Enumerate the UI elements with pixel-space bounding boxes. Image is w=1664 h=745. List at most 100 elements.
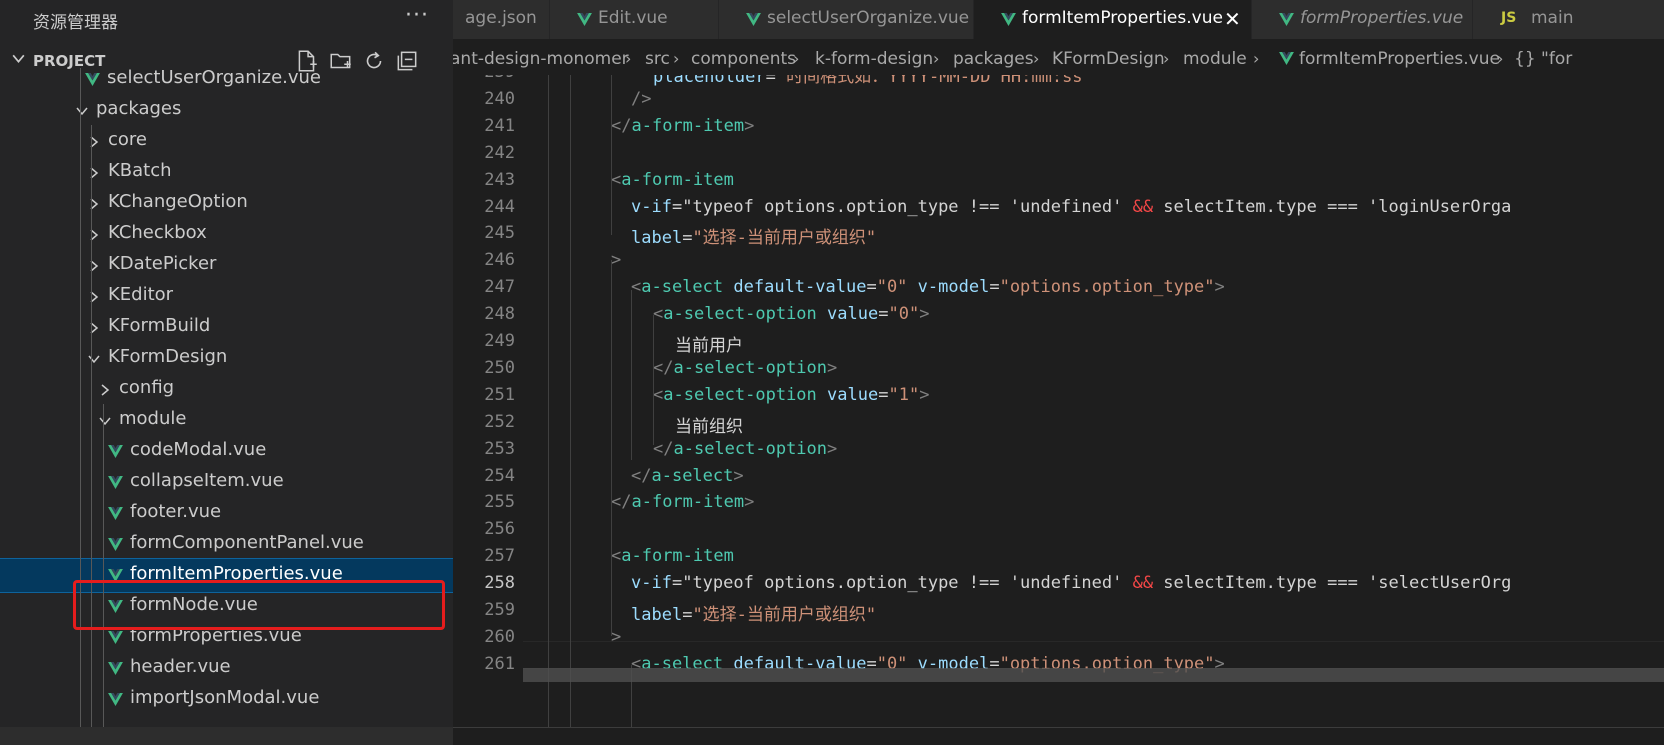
folder-tree-item-label: core bbox=[108, 129, 147, 150]
indent-guide bbox=[103, 404, 104, 745]
line-number: 257 bbox=[484, 546, 515, 567]
breadcrumb-item[interactable]: packages bbox=[953, 49, 1034, 69]
vue-file-icon bbox=[1279, 52, 1294, 65]
folder-tree-item[interactable]: module bbox=[0, 404, 453, 437]
folder-tree-item[interactable]: KBatch bbox=[0, 156, 453, 189]
folder-tree-item[interactable]: packages bbox=[0, 94, 453, 127]
code-line: </a-select-option> bbox=[653, 438, 838, 459]
indent-guide bbox=[548, 75, 549, 727]
file-tree-item[interactable]: formItemProperties.vue bbox=[0, 558, 453, 593]
editor-tab[interactable]: Edit.vue bbox=[550, 0, 719, 39]
vue-file-icon bbox=[108, 507, 123, 520]
folder-tree-item[interactable]: KDatePicker bbox=[0, 249, 453, 282]
editor-horizontal-scrollbar[interactable] bbox=[523, 668, 1664, 682]
editor-tab[interactable]: age.json bbox=[453, 0, 550, 39]
chevron-right-icon bbox=[90, 322, 99, 334]
close-icon[interactable]: ✕ bbox=[1224, 7, 1241, 31]
code-line: </a-form-item> bbox=[611, 492, 755, 513]
file-tree-item[interactable]: footer.vue bbox=[0, 497, 453, 530]
explorer-title: 资源管理器 bbox=[33, 13, 118, 33]
file-tree-item[interactable]: formComponentPanel.vue bbox=[0, 528, 453, 561]
folder-tree-item-label: module bbox=[119, 408, 187, 429]
line-number: 255 bbox=[484, 492, 515, 513]
code-line: label="选择-当前用户或组织" bbox=[631, 605, 877, 625]
folder-tree-item-label: KDatePicker bbox=[108, 253, 217, 274]
code-line: <a-form-item bbox=[611, 169, 734, 190]
folder-tree-item[interactable]: config bbox=[0, 373, 453, 406]
line-number: 244 bbox=[484, 196, 515, 217]
vue-file-icon bbox=[577, 13, 592, 26]
indent-guide bbox=[611, 75, 612, 235]
line-number: 258 bbox=[484, 573, 515, 594]
editor-tab[interactable]: formProperties.vue bbox=[1252, 0, 1473, 39]
folder-tree-item[interactable]: KFormBuild bbox=[0, 311, 453, 344]
folder-tree-item[interactable]: KChangeOption bbox=[0, 187, 453, 220]
file-tree-item[interactable]: formNode.vue bbox=[0, 590, 453, 623]
folder-tree-item-label: KBatch bbox=[108, 160, 172, 181]
sidebar-horizontal-scrollbar[interactable] bbox=[0, 727, 453, 745]
explorer-sidebar: 资源管理器 ··· PROJECT selectUserOrganize.vue… bbox=[0, 0, 453, 745]
file-tree-item-label: formItemProperties.vue bbox=[130, 563, 343, 584]
breadcrumb-item[interactable]: formItemProperties.vue bbox=[1299, 49, 1500, 69]
file-tree-item[interactable]: header.vue bbox=[0, 652, 453, 685]
code-line: <a-select-option value="0"> bbox=[653, 304, 930, 325]
code-editor[interactable]: 239 placeholder="时间格式如：YYYY-MM-DD HH:mm:s… bbox=[453, 75, 1664, 727]
file-tree-item[interactable]: collapseItem.vue bbox=[0, 466, 453, 499]
folder-tree-item[interactable]: KCheckbox bbox=[0, 218, 453, 251]
folder-tree-item[interactable]: KFormDesign bbox=[0, 342, 453, 375]
folder-tree-item[interactable]: KEditor bbox=[0, 280, 453, 313]
breadcrumb-item[interactable]: module bbox=[1183, 49, 1247, 69]
file-tree-item[interactable]: importJsonModal.vue bbox=[0, 683, 453, 716]
file-tree: selectUserOrganize.vue packages core KBatch… bbox=[0, 68, 453, 745]
code-line: /> bbox=[631, 88, 652, 109]
line-number: 261 bbox=[484, 653, 515, 674]
editor-area: age.json Edit.vue selectUserOrganize.vue fo… bbox=[453, 0, 1664, 745]
vue-file-icon bbox=[85, 73, 100, 86]
panel-border bbox=[453, 727, 1664, 745]
folder-tree-item-label: KChangeOption bbox=[108, 191, 248, 212]
code-line: </a-select-option> bbox=[653, 357, 838, 378]
breadcrumb-item[interactable]: k-form-design bbox=[815, 49, 933, 69]
vue-file-icon bbox=[746, 13, 761, 26]
file-tree-item-label: formProperties.vue bbox=[130, 625, 302, 646]
editor-tab[interactable]: JS main bbox=[1473, 0, 1664, 39]
code-line: v-if="typeof options.option_type !== 'un… bbox=[631, 196, 1512, 217]
vue-file-icon bbox=[108, 631, 123, 644]
chevron-down-icon bbox=[12, 54, 25, 64]
line-number: 247 bbox=[484, 277, 515, 298]
file-tree-item[interactable]: codeModal.vue bbox=[0, 435, 453, 468]
breadcrumb-item[interactable]: components bbox=[691, 49, 796, 69]
line-number: 256 bbox=[484, 519, 515, 540]
folder-tree-item-label: KFormDesign bbox=[108, 346, 228, 367]
line-number: 251 bbox=[484, 384, 515, 405]
breadcrumb-item[interactable]: src bbox=[645, 49, 670, 69]
more-actions-button[interactable]: ··· bbox=[405, 3, 429, 28]
breadcrumb-separator: › bbox=[793, 49, 800, 68]
file-tree-item[interactable]: formProperties.vue bbox=[0, 621, 453, 654]
vue-file-icon bbox=[108, 445, 123, 458]
folder-tree-item-label: config bbox=[119, 377, 175, 398]
indent-guide bbox=[570, 75, 571, 727]
code-line: placeholder="时间格式如：YYYY-MM-DD HH:mm:ss" bbox=[653, 75, 1093, 87]
chevron-right-icon bbox=[101, 384, 110, 396]
breadcrumb-item[interactable]: {} "for bbox=[1514, 49, 1572, 69]
breadcrumb-item[interactable]: ant-design-monomer bbox=[453, 49, 629, 69]
line-number: 240 bbox=[484, 88, 515, 109]
breadcrumb-item[interactable]: KFormDesign bbox=[1052, 49, 1165, 69]
file-tree-item-label: selectUserOrganize.vue bbox=[107, 68, 322, 88]
editor-tab-label: formItemProperties.vue bbox=[1022, 8, 1223, 28]
editor-tab-label: selectUserOrganize.vue bbox=[767, 8, 970, 28]
line-number: 239 bbox=[453, 75, 515, 82]
code-line: <a-form-item bbox=[611, 546, 734, 567]
folder-tree-item-label: KCheckbox bbox=[108, 222, 207, 243]
folder-tree-item[interactable]: core bbox=[0, 125, 453, 158]
chevron-down-icon bbox=[76, 107, 88, 116]
editor-tab[interactable]: formItemProperties.vue ✕ bbox=[974, 0, 1252, 39]
vue-file-icon bbox=[108, 600, 123, 613]
breadcrumb-separator: › bbox=[625, 49, 632, 68]
file-tree-item[interactable]: selectUserOrganize.vue bbox=[0, 68, 453, 96]
line-number: 253 bbox=[484, 438, 515, 459]
editor-tab[interactable]: selectUserOrganize.vue bbox=[719, 0, 974, 39]
editor-tab-label: age.json bbox=[465, 8, 537, 28]
file-tree-item-label: collapseItem.vue bbox=[130, 470, 284, 491]
